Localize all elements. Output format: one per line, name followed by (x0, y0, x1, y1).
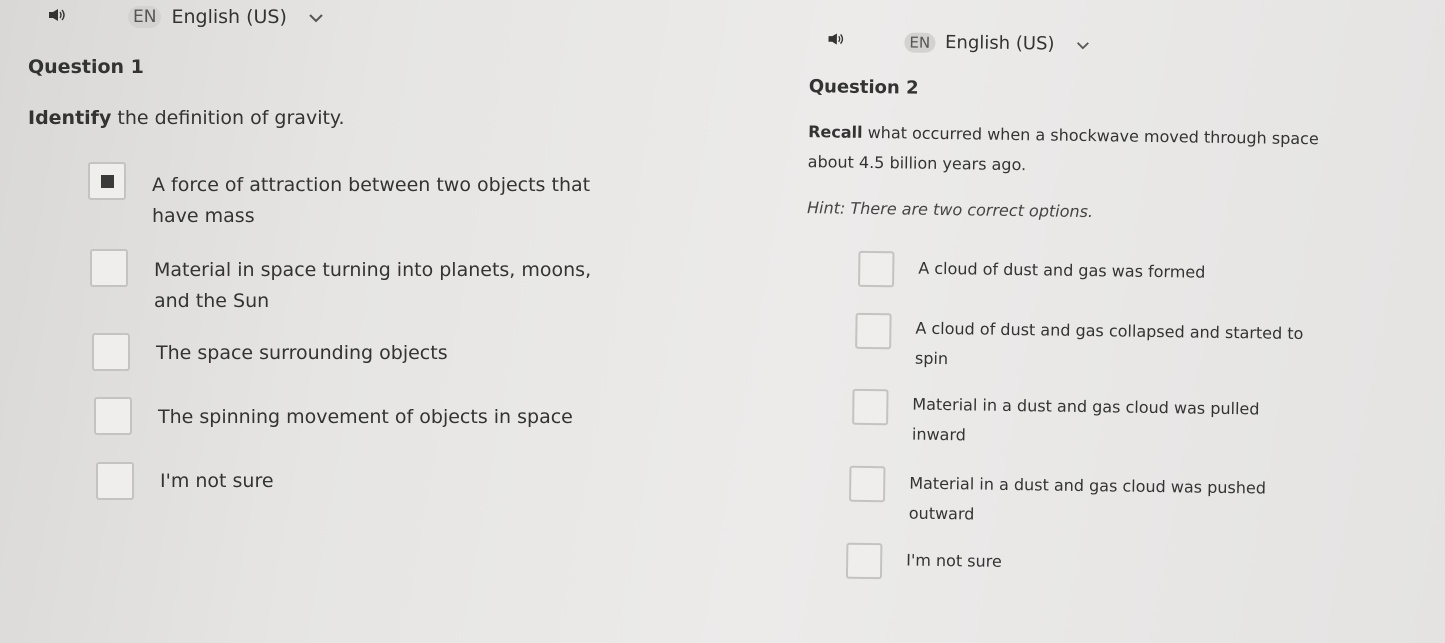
option-label: A force of attraction between two object… (152, 170, 590, 232)
option-line: Material in a dust and gas cloud was pul… (912, 394, 1260, 419)
option-line: Material in a dust and gas cloud was pus… (909, 473, 1267, 498)
option-line: I'm not sure (160, 470, 274, 492)
option-label: Material in a dust and gas cloud was pul… (912, 390, 1260, 455)
checkbox[interactable] (855, 312, 892, 350)
option-label: I'm not sure (906, 546, 1002, 577)
option-line: Material in space turning into planets, … (154, 259, 592, 281)
option-label: Material in space turning into planets, … (154, 255, 591, 317)
option-label: The space surrounding objects (156, 338, 448, 369)
option-label: A cloud of dust and gas collapsed and st… (915, 314, 1304, 379)
option-line: inward (911, 424, 967, 445)
prompt-keyword: Identify (28, 107, 112, 129)
option-line: The space surrounding objects (156, 342, 448, 364)
answer-option-5[interactable]: I'm not sure (96, 462, 274, 500)
checkbox[interactable] (96, 462, 134, 500)
option-line: I'm not sure (906, 550, 1002, 571)
question-2-panel: EN English (US) Question 2 Recall what o… (791, 0, 1420, 629)
answer-option-4[interactable]: Material in a dust and gas cloud was pus… (848, 465, 1267, 534)
question-prompt: Identify the definition of gravity. (28, 103, 345, 134)
option-line: A cloud of dust and gas collapsed and st… (915, 318, 1304, 344)
option-label: I'm not sure (160, 466, 274, 497)
answer-option-3[interactable]: The space surrounding objects (92, 333, 448, 371)
language-name: English (US) (944, 32, 1055, 55)
answer-option-4[interactable]: The spinning movement of objects in spac… (94, 397, 573, 435)
checkbox[interactable] (94, 397, 132, 435)
chevron-down-icon[interactable] (1076, 35, 1089, 54)
option-label: Material in a dust and gas cloud was pus… (909, 469, 1267, 534)
speaker-icon[interactable] (827, 32, 844, 49)
option-label: A cloud of dust and gas was formed (918, 254, 1206, 288)
option-line: have mass (152, 205, 255, 227)
answer-option-2[interactable]: Material in space turning into planets, … (90, 249, 591, 317)
checkbox[interactable] (852, 388, 889, 426)
checkbox-checked[interactable] (88, 162, 126, 200)
answer-option-1[interactable]: A force of attraction between two object… (88, 162, 590, 232)
question-1-panel: EN English (US) Question 1 Identify the … (0, 0, 720, 643)
hint-text: Hint: There are two correct options. (806, 198, 1094, 222)
checkbox[interactable] (848, 465, 886, 503)
language-code: EN (904, 31, 936, 53)
checkbox[interactable] (90, 249, 128, 287)
prompt-text: the definition of gravity. (111, 107, 345, 129)
question-prompt: Recall what occurred when a shockwave mo… (808, 117, 1409, 185)
option-line: outward (908, 503, 975, 524)
answer-option-3[interactable]: Material in a dust and gas cloud was pul… (852, 388, 1260, 455)
option-line: A force of attraction between two object… (152, 174, 591, 196)
checkbox[interactable] (92, 333, 130, 371)
prompt-keyword: Recall (808, 122, 863, 142)
prompt-text: what occurred when a shockwave moved thr… (862, 122, 1319, 149)
language-selector[interactable]: EN English (US) (48, 6, 323, 28)
option-line: A cloud of dust and gas was formed (918, 258, 1206, 282)
answer-option-1[interactable]: A cloud of dust and gas was formed (858, 250, 1206, 292)
option-label: The spinning movement of objects in spac… (158, 402, 573, 433)
chevron-down-icon[interactable] (309, 8, 323, 27)
answer-option-5[interactable]: I'm not sure (845, 542, 1002, 581)
language-code: EN (128, 6, 162, 28)
checkbox[interactable] (858, 250, 895, 288)
question-title: Question 2 (808, 76, 919, 99)
speaker-icon[interactable] (48, 8, 66, 26)
checkbox[interactable] (845, 542, 883, 580)
answer-option-2[interactable]: A cloud of dust and gas collapsed and st… (855, 312, 1304, 379)
option-line: and the Sun (154, 290, 270, 312)
question-title: Question 1 (28, 56, 144, 78)
option-line: The spinning movement of objects in spac… (158, 406, 573, 428)
language-selector[interactable]: EN English (US) (827, 30, 1089, 55)
language-name: English (US) (171, 6, 287, 28)
option-line: spin (914, 348, 949, 369)
